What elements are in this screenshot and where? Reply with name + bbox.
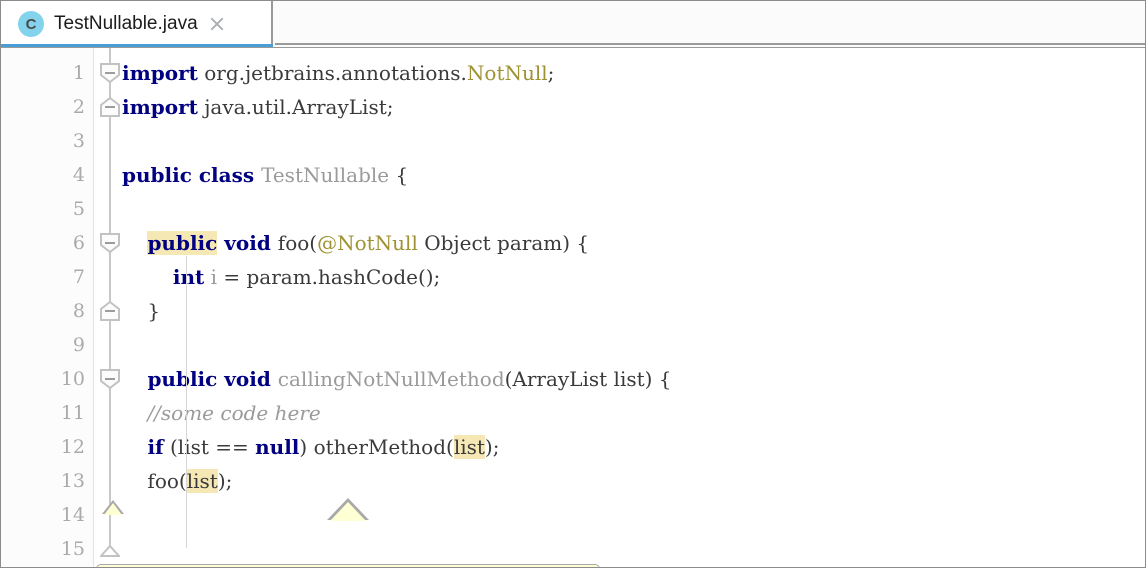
tab-bar-empty-area — [275, 1, 1145, 45]
code-content[interactable]: import org.jetbrains.annotations.NotNull… — [1, 48, 1145, 567]
code-token: list — [186, 469, 218, 493]
idea-editor-window: C TestNullable.java 1 2 3 4 5 6 7 8 9 10 11 12 13 14 1… — [0, 0, 1146, 568]
code-line-6[interactable]: public void foo(@NotNull Object param) { — [122, 226, 1145, 260]
code-token: if — [147, 435, 164, 459]
code-token: public class — [122, 163, 262, 187]
code-line-8[interactable]: } — [122, 294, 1145, 328]
code-token: public — [147, 231, 218, 255]
code-token: foo( — [277, 231, 318, 255]
code-line-15[interactable] — [122, 532, 1145, 566]
indent-guide — [186, 256, 187, 548]
code-line-5[interactable] — [122, 192, 1145, 226]
code-editor-area[interactable]: 1 2 3 4 5 6 7 8 9 10 11 12 13 14 15 import org.jetbrai… — [1, 48, 1145, 567]
code-token: void — [217, 231, 278, 255]
code-token: ); — [217, 469, 233, 493]
code-token: = param.hashCode(); — [217, 265, 441, 289]
code-token: { — [395, 163, 409, 187]
code-line-2[interactable]: import java.util.ArrayList; — [122, 90, 1145, 124]
code-token: Object param) { — [417, 231, 590, 255]
code-token: public void — [147, 367, 278, 391]
code-token: ; — [547, 61, 555, 85]
code-token: int — [172, 265, 205, 289]
code-token: (list == — [163, 435, 256, 459]
code-line-9[interactable] — [122, 328, 1145, 362]
code-line-14[interactable] — [122, 498, 1145, 532]
code-token: null — [255, 435, 300, 459]
code-token: list — [453, 435, 485, 459]
code-line-3[interactable] — [122, 124, 1145, 158]
code-line-10[interactable]: public void callingNotNullMethod(ArrayLi… — [122, 362, 1145, 396]
editor-tab-bar: C TestNullable.java — [1, 1, 1145, 48]
code-line-4[interactable]: public class TestNullable { — [122, 158, 1145, 192]
inspection-tooltip[interactable]: Argument 'list' might be null more... (C… — [96, 564, 600, 567]
code-token: import — [122, 95, 198, 119]
code-token: TestNullable — [261, 163, 396, 187]
code-token: ); — [484, 435, 500, 459]
code-line-11[interactable]: //some code here — [122, 396, 1145, 430]
code-token: foo( — [122, 469, 187, 493]
code-token: import — [122, 61, 198, 85]
code-token: NotNull — [466, 61, 548, 85]
tab-title-label: TestNullable.java — [54, 13, 198, 34]
code-token: org.jetbrains.annotations. — [197, 61, 467, 85]
code-token: //some code here — [147, 401, 321, 425]
code-line-7[interactable]: int i = param.hashCode(); — [122, 260, 1145, 294]
code-token: } — [122, 299, 161, 323]
code-token: @NotNull — [317, 231, 418, 255]
tab-test-nullable-java[interactable]: C TestNullable.java — [1, 1, 273, 47]
code-token: java.util.ArrayList; — [197, 95, 394, 119]
close-icon[interactable] — [207, 14, 227, 34]
java-class-icon: C — [18, 11, 44, 37]
code-token: (ArrayList list) { — [504, 367, 672, 391]
code-line-13[interactable]: foo(list); — [122, 464, 1145, 498]
code-token: ) otherMethod( — [299, 435, 454, 459]
code-token: callingNotNullMethod — [277, 367, 505, 391]
code-line-12[interactable]: if (list == null) otherMethod(list); — [122, 430, 1145, 464]
code-line-1[interactable]: import org.jetbrains.annotations.NotNull… — [122, 56, 1145, 90]
